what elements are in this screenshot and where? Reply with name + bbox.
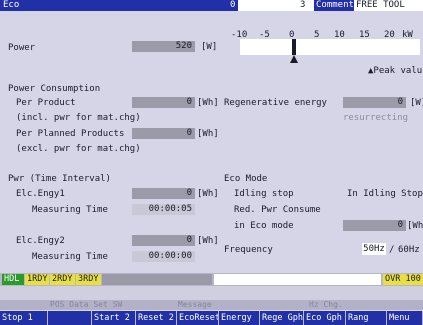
- per-product-note: (incl. pwr for mat.chg): [16, 113, 141, 123]
- power-value: 520: [132, 41, 195, 52]
- softkey-reset-2[interactable]: Reset 2: [136, 311, 177, 325]
- idling-stop-value: In Idling Stop: [347, 189, 423, 199]
- elc2-unit: [Wh]: [197, 236, 219, 246]
- softkey-eco-reset[interactable]: EcoReset: [177, 311, 219, 325]
- in-eco-mode-unit: [Wh: [407, 221, 423, 231]
- left-number: 0: [230, 0, 236, 10]
- message-label: Message: [178, 300, 212, 309]
- peak-marker-icon: [290, 55, 298, 63]
- reduced-power-label: Red. Pwr Consume: [234, 205, 321, 215]
- elc1-label: Elc.Engy1: [16, 189, 65, 199]
- frequency-50hz-option[interactable]: 50Hz: [362, 243, 386, 255]
- frequency-label: Frequency: [224, 245, 273, 255]
- in-eco-mode-value: 0: [343, 220, 406, 231]
- rdy3-indicator: 3RDY: [76, 274, 101, 285]
- regen-status: resurrecting: [343, 113, 409, 123]
- elc2-label: Elc.Engy2: [16, 236, 65, 246]
- rdy2-indicator: 2RDY: [50, 274, 75, 285]
- frequency-60hz-option[interactable]: 60Hz: [398, 244, 420, 256]
- eco-mode-title: Eco Mode: [224, 174, 268, 184]
- hz-chg-label: Hz Chg.: [309, 300, 343, 309]
- softkey-stop-1[interactable]: Stop 1: [0, 311, 48, 325]
- measuring-time-1-label: Measuring Time: [32, 205, 108, 215]
- time-interval-title: Pwr (Time Interval): [8, 174, 111, 184]
- comment-value: FREE TOOL: [354, 0, 423, 11]
- softkey-menu-select[interactable]: Menu Sl: [387, 311, 423, 325]
- peak-value-label: ▲Peak valu: [368, 66, 423, 76]
- measuring-time-2-label: Measuring Time: [32, 252, 108, 262]
- status-bar: HDL 1RDY 2RDY 3RDY OVR 100: [0, 273, 423, 286]
- hdl-indicator: HDL: [2, 274, 24, 285]
- right-number: 3: [300, 0, 306, 10]
- per-product-unit: [Wh]: [197, 98, 219, 108]
- per-product-value: 0: [132, 97, 195, 108]
- screen-title: Eco: [3, 0, 20, 10]
- softkey-rege-graph[interactable]: Rege Gph: [260, 311, 304, 325]
- power-bar-graph: [240, 39, 420, 55]
- softkey-range-change[interactable]: Rang Chg: [346, 311, 387, 325]
- status-field: [102, 274, 212, 285]
- softkey-bar: Stop 1 Start 2 Reset 2 EcoReset Energy G…: [0, 311, 423, 325]
- idling-stop-label: Idling stop: [234, 189, 294, 199]
- measuring-time-2-value: 00:00:00: [132, 251, 195, 262]
- per-planned-unit: [Wh]: [197, 129, 219, 139]
- softkey-eco-graph[interactable]: Eco Gph: [304, 311, 346, 325]
- frequency-separator: /: [389, 245, 395, 255]
- elc2-value: 0: [132, 235, 195, 246]
- power-unit: [W]: [201, 42, 218, 52]
- softkey-blank[interactable]: [48, 311, 92, 325]
- in-eco-mode-label: in Eco mode: [234, 221, 294, 231]
- graph-zero-line: [292, 39, 296, 55]
- rdy1-indicator: 1RDY: [25, 274, 49, 285]
- per-product-label: Per Product: [16, 98, 76, 108]
- per-planned-note: (excl. pwr for mat.chg): [16, 144, 141, 154]
- elc1-unit: [Wh]: [197, 189, 219, 199]
- override-indicator: OVR 100: [383, 274, 423, 285]
- regen-label: Regenerative energy: [224, 98, 327, 108]
- title-bar: Eco 0 3 Comment FREE TOOL: [0, 0, 423, 11]
- softkey-start-2[interactable]: Start 2: [92, 311, 136, 325]
- measuring-time-1-value: 00:00:05: [132, 204, 195, 215]
- elc1-value: 0: [132, 188, 195, 199]
- per-planned-value: 0: [132, 128, 195, 139]
- softkey-group-labels: POS Data Set SW Message Hz Chg.: [0, 300, 423, 310]
- per-planned-label: Per Planned Products: [16, 129, 125, 139]
- comment-label: Comment: [316, 0, 354, 10]
- pos-data-label: POS Data Set SW: [50, 300, 123, 309]
- regen-unit: [W]: [410, 98, 423, 108]
- message-field: [214, 274, 381, 285]
- message-area: [0, 286, 423, 300]
- softkey-energy-graph[interactable]: Energy G: [219, 311, 260, 325]
- regen-value: 0: [343, 97, 406, 108]
- power-label: Power: [8, 43, 36, 53]
- consumption-title: Power Consumption: [8, 84, 101, 94]
